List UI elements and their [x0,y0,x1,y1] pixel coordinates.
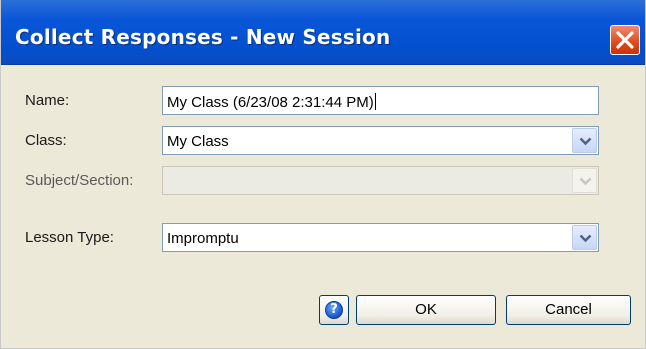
close-button[interactable] [610,25,640,55]
lesson-type-dropdown-button[interactable] [572,225,597,250]
subject-section-select [162,166,599,195]
title-bar[interactable]: Collect Responses - New Session [1,0,645,65]
class-select-value: My Class [167,133,229,150]
class-select[interactable]: My Class [162,126,599,155]
lesson-type-value: Impromptu [167,230,239,247]
chevron-down-icon [579,137,592,146]
lesson-type-label: Lesson Type: [25,229,114,246]
subject-section-label: Subject/Section: [25,172,134,189]
subject-dropdown-button [572,168,597,193]
lesson-type-select[interactable]: Impromptu [162,223,599,252]
chevron-down-icon [579,177,592,186]
class-label: Class: [25,132,67,149]
help-button[interactable]: ? [319,295,349,325]
question-icon: ? [325,301,343,319]
close-x-icon [616,31,634,49]
name-input[interactable]: My Class (6/23/08 2:31:44 PM) [162,86,599,115]
ok-button[interactable]: OK [356,295,496,325]
dialog-title: Collect Responses - New Session [15,25,391,49]
chevron-down-icon [579,234,592,243]
text-caret [374,93,376,110]
cancel-button[interactable]: Cancel [506,295,631,325]
name-input-value: My Class (6/23/08 2:31:44 PM) [167,94,374,111]
class-dropdown-button[interactable] [572,128,597,153]
name-label: Name: [25,92,70,109]
new-session-dialog: Collect Responses - New Session Name: My… [0,0,646,349]
